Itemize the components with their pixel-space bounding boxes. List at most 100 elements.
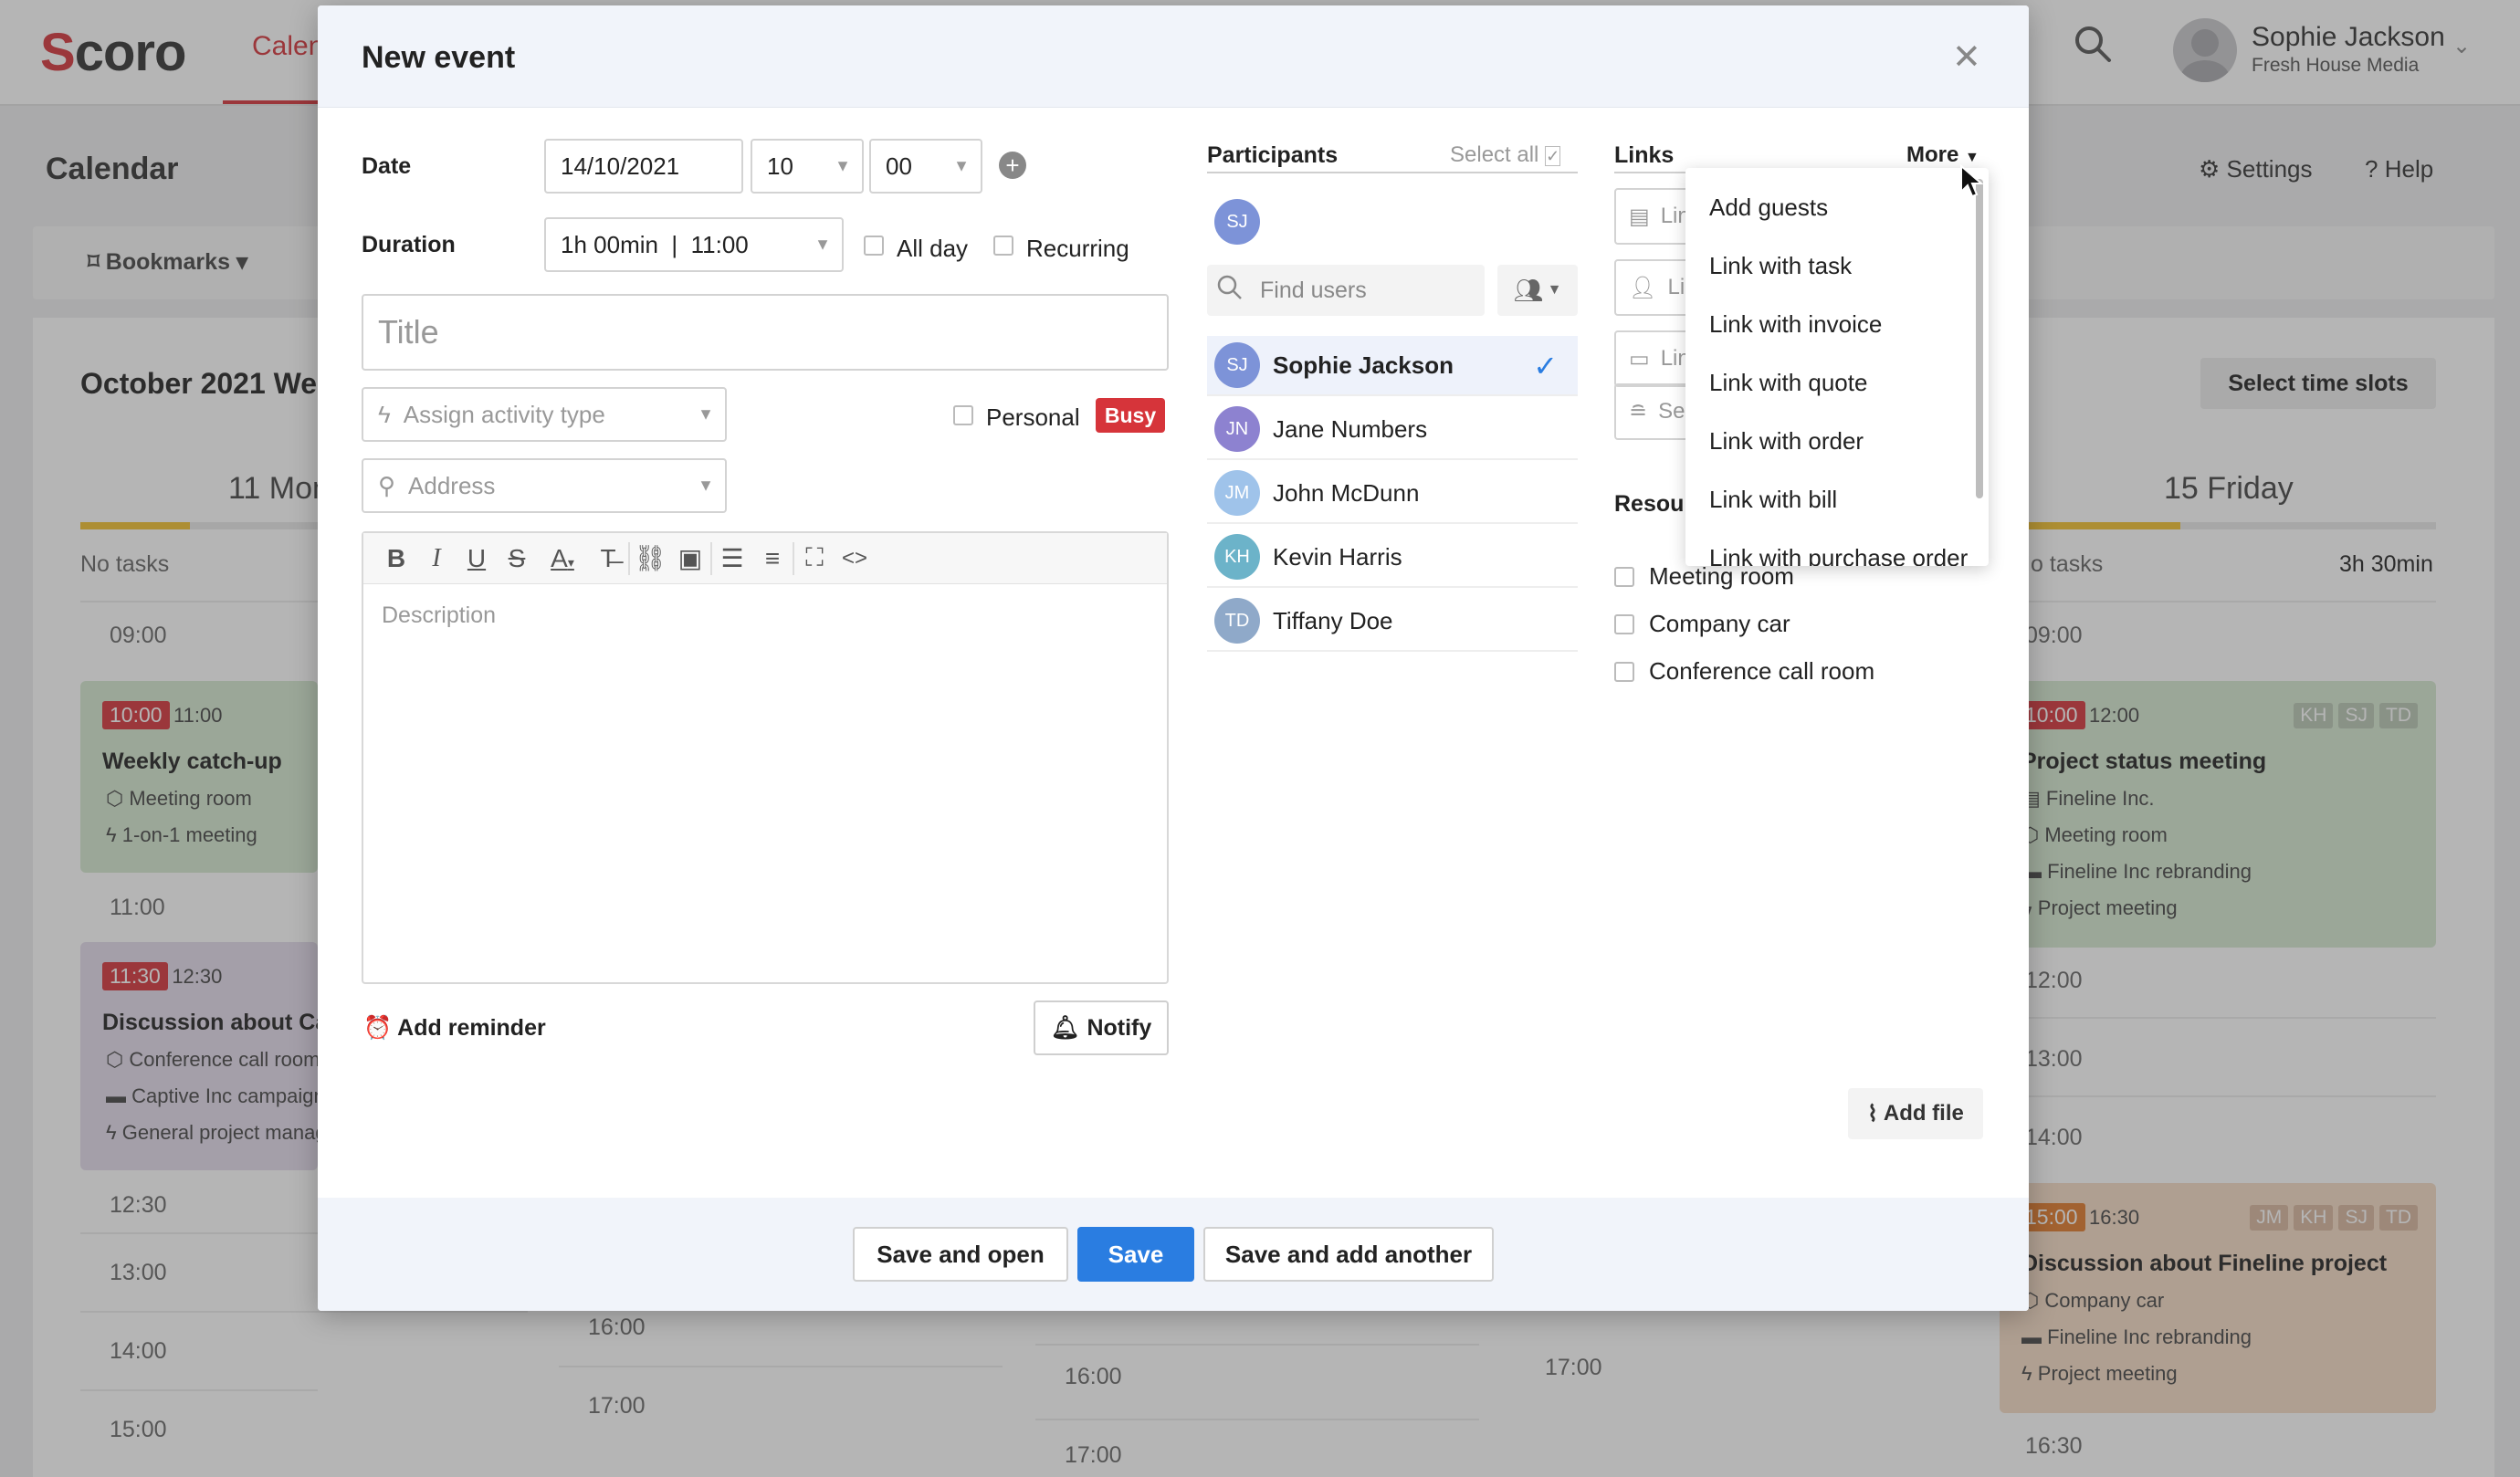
add-time-icon[interactable]: + xyxy=(999,152,1026,179)
title-input[interactable]: Title xyxy=(362,294,1169,371)
dropdown-scrollbar[interactable] xyxy=(1976,179,1983,498)
resource-checkbox[interactable] xyxy=(1614,613,1634,634)
description-placeholder: Description xyxy=(382,602,497,628)
add-file-button[interactable]: ⌇ Add file xyxy=(1848,1088,1983,1139)
participant-name: Tiffany Doe xyxy=(1273,606,1393,634)
recurring-label[interactable]: Recurring xyxy=(1026,235,1129,263)
link-field-placeholder: Se xyxy=(1658,399,1685,424)
resource-row[interactable]: Company car xyxy=(1614,610,1790,638)
users-icon: 👥︎ xyxy=(1513,276,1544,304)
bullet-list-icon[interactable]: ☰ xyxy=(712,543,752,573)
save-button[interactable]: Save xyxy=(1077,1227,1194,1282)
date-label: Date xyxy=(362,153,412,179)
participant-row[interactable]: JN Jane Numbers xyxy=(1207,400,1578,460)
chevron-down-icon: ▼ xyxy=(698,404,714,424)
all-day-label[interactable]: All day xyxy=(897,235,968,263)
menu-item-link-bill[interactable]: Link with bill xyxy=(1709,486,1837,514)
date-input[interactable]: 14/10/2021 xyxy=(544,139,743,194)
notify-button[interactable]: 🔔︎ Notify xyxy=(1034,1000,1169,1055)
chevron-down-icon: ▼ xyxy=(835,156,851,175)
resource-checkbox[interactable] xyxy=(1614,566,1634,587)
recurring-checkbox[interactable] xyxy=(993,236,1013,256)
close-icon[interactable]: ✕ xyxy=(1952,37,1981,78)
minute-value: 00 xyxy=(886,152,912,180)
menu-item-link-order[interactable]: Link with order xyxy=(1709,427,1864,456)
add-file-label: Add file xyxy=(1883,1101,1964,1126)
person-icon: 👤︎ xyxy=(1629,275,1657,300)
participant-avatar: KH xyxy=(1214,534,1260,580)
links-header: Links xyxy=(1614,142,1675,168)
divider xyxy=(1207,172,1578,173)
menu-item-add-guests[interactable]: Add guests xyxy=(1709,194,1828,222)
all-day-checkbox[interactable] xyxy=(864,236,884,256)
minute-select[interactable]: 00 ▼ xyxy=(869,139,982,194)
add-reminder-button[interactable]: ⏰ Add reminder xyxy=(363,1015,546,1042)
address-input[interactable]: ⚲ Address ▼ xyxy=(362,458,727,513)
participant-chip[interactable]: SJ xyxy=(1214,199,1260,245)
code-view-icon[interactable]: <> xyxy=(835,546,875,571)
italic-icon[interactable]: I xyxy=(416,544,457,573)
select-all-button[interactable]: Select all ✓ xyxy=(1450,142,1561,168)
user-groups-button[interactable]: 👥︎ ▼ xyxy=(1497,265,1578,316)
address-placeholder: Address xyxy=(408,471,496,499)
resource-label: Meeting room xyxy=(1649,562,1794,590)
activity-placeholder: Assign activity type xyxy=(403,400,605,428)
save-and-open-button[interactable]: Save and open xyxy=(853,1227,1068,1282)
numbered-list-icon[interactable]: ≡ xyxy=(752,544,793,573)
busy-badge[interactable]: Busy xyxy=(1096,398,1165,433)
menu-item-link-invoice[interactable]: Link with invoice xyxy=(1709,310,1882,339)
participant-name: Jane Numbers xyxy=(1273,414,1428,443)
personal-label[interactable]: Personal xyxy=(986,403,1080,432)
participant-row[interactable]: TD Tiffany Doe xyxy=(1207,592,1578,652)
activity-type-select[interactable]: ϟ Assign activity type ▼ xyxy=(362,387,727,442)
building-icon: ▤ xyxy=(1629,204,1650,229)
bolt-icon: ϟ xyxy=(378,400,391,428)
clear-format-icon[interactable]: T̶ xyxy=(588,544,628,573)
select-all-label: Select all xyxy=(1450,142,1539,167)
strikethrough-icon[interactable]: S xyxy=(497,544,537,573)
bold-icon[interactable]: B xyxy=(376,544,416,573)
underline-icon[interactable]: U xyxy=(457,544,497,573)
checkmark-icon: ✓ xyxy=(1533,350,1558,382)
find-users-input[interactable]: Find users xyxy=(1207,265,1485,316)
hour-select[interactable]: 10 ▼ xyxy=(751,139,864,194)
hour-value: 10 xyxy=(767,152,793,180)
chevron-down-icon: ▼ xyxy=(698,476,714,495)
find-users-placeholder: Find users xyxy=(1260,277,1367,303)
modal-title: New event xyxy=(362,40,516,75)
search-icon xyxy=(1216,274,1244,308)
participant-row[interactable]: JM John McDunn xyxy=(1207,464,1578,524)
resource-label: Company car xyxy=(1649,610,1790,637)
participants-header: Participants xyxy=(1207,142,1339,168)
participant-row[interactable]: SJ Sophie Jackson ✓ xyxy=(1207,336,1578,396)
fullscreen-icon[interactable]: ⛶ xyxy=(794,543,835,573)
more-label: More xyxy=(1906,142,1959,167)
personal-checkbox[interactable] xyxy=(953,405,973,425)
menu-item-link-purchase-order[interactable]: Link with purchase order xyxy=(1709,544,1968,566)
title-placeholder: Title xyxy=(378,313,439,351)
resource-row[interactable]: Conference call room xyxy=(1614,657,1874,686)
save-and-add-another-button[interactable]: Save and add another xyxy=(1203,1227,1494,1282)
duration-select[interactable]: 1h 00min | 11:00 ▼ xyxy=(544,217,844,272)
briefcase-icon: ▭ xyxy=(1629,346,1650,372)
bell-icon: 🔔︎ xyxy=(1050,1014,1080,1041)
participant-name: Kevin Harris xyxy=(1273,542,1402,571)
description-editor[interactable] xyxy=(362,531,1169,984)
text-color-icon[interactable]: A▾ xyxy=(537,544,588,573)
chevron-down-icon: ▼ xyxy=(814,235,831,254)
more-dropdown-menu: Add guests Link with task Link with invo… xyxy=(1685,168,1989,566)
resource-checkbox[interactable] xyxy=(1614,661,1634,682)
paperclip-icon: ⌇ xyxy=(1867,1101,1878,1126)
menu-item-link-task[interactable]: Link with task xyxy=(1709,252,1852,280)
alarm-clock-icon: ⏰ xyxy=(363,1015,393,1041)
image-icon[interactable]: ▣ xyxy=(670,543,710,573)
participant-row[interactable]: KH Kevin Harris xyxy=(1207,528,1578,588)
participant-avatar: JN xyxy=(1214,406,1260,452)
resource-label: Conference call room xyxy=(1649,657,1875,685)
participant-avatar: SJ xyxy=(1214,342,1260,388)
link-icon[interactable]: ⛓ xyxy=(630,543,670,573)
menu-item-link-quote[interactable]: Link with quote xyxy=(1709,369,1867,397)
resource-row[interactable]: Meeting room xyxy=(1614,562,1794,591)
duration-label: Duration xyxy=(362,232,456,257)
chevron-down-icon: ▼ xyxy=(953,156,970,175)
